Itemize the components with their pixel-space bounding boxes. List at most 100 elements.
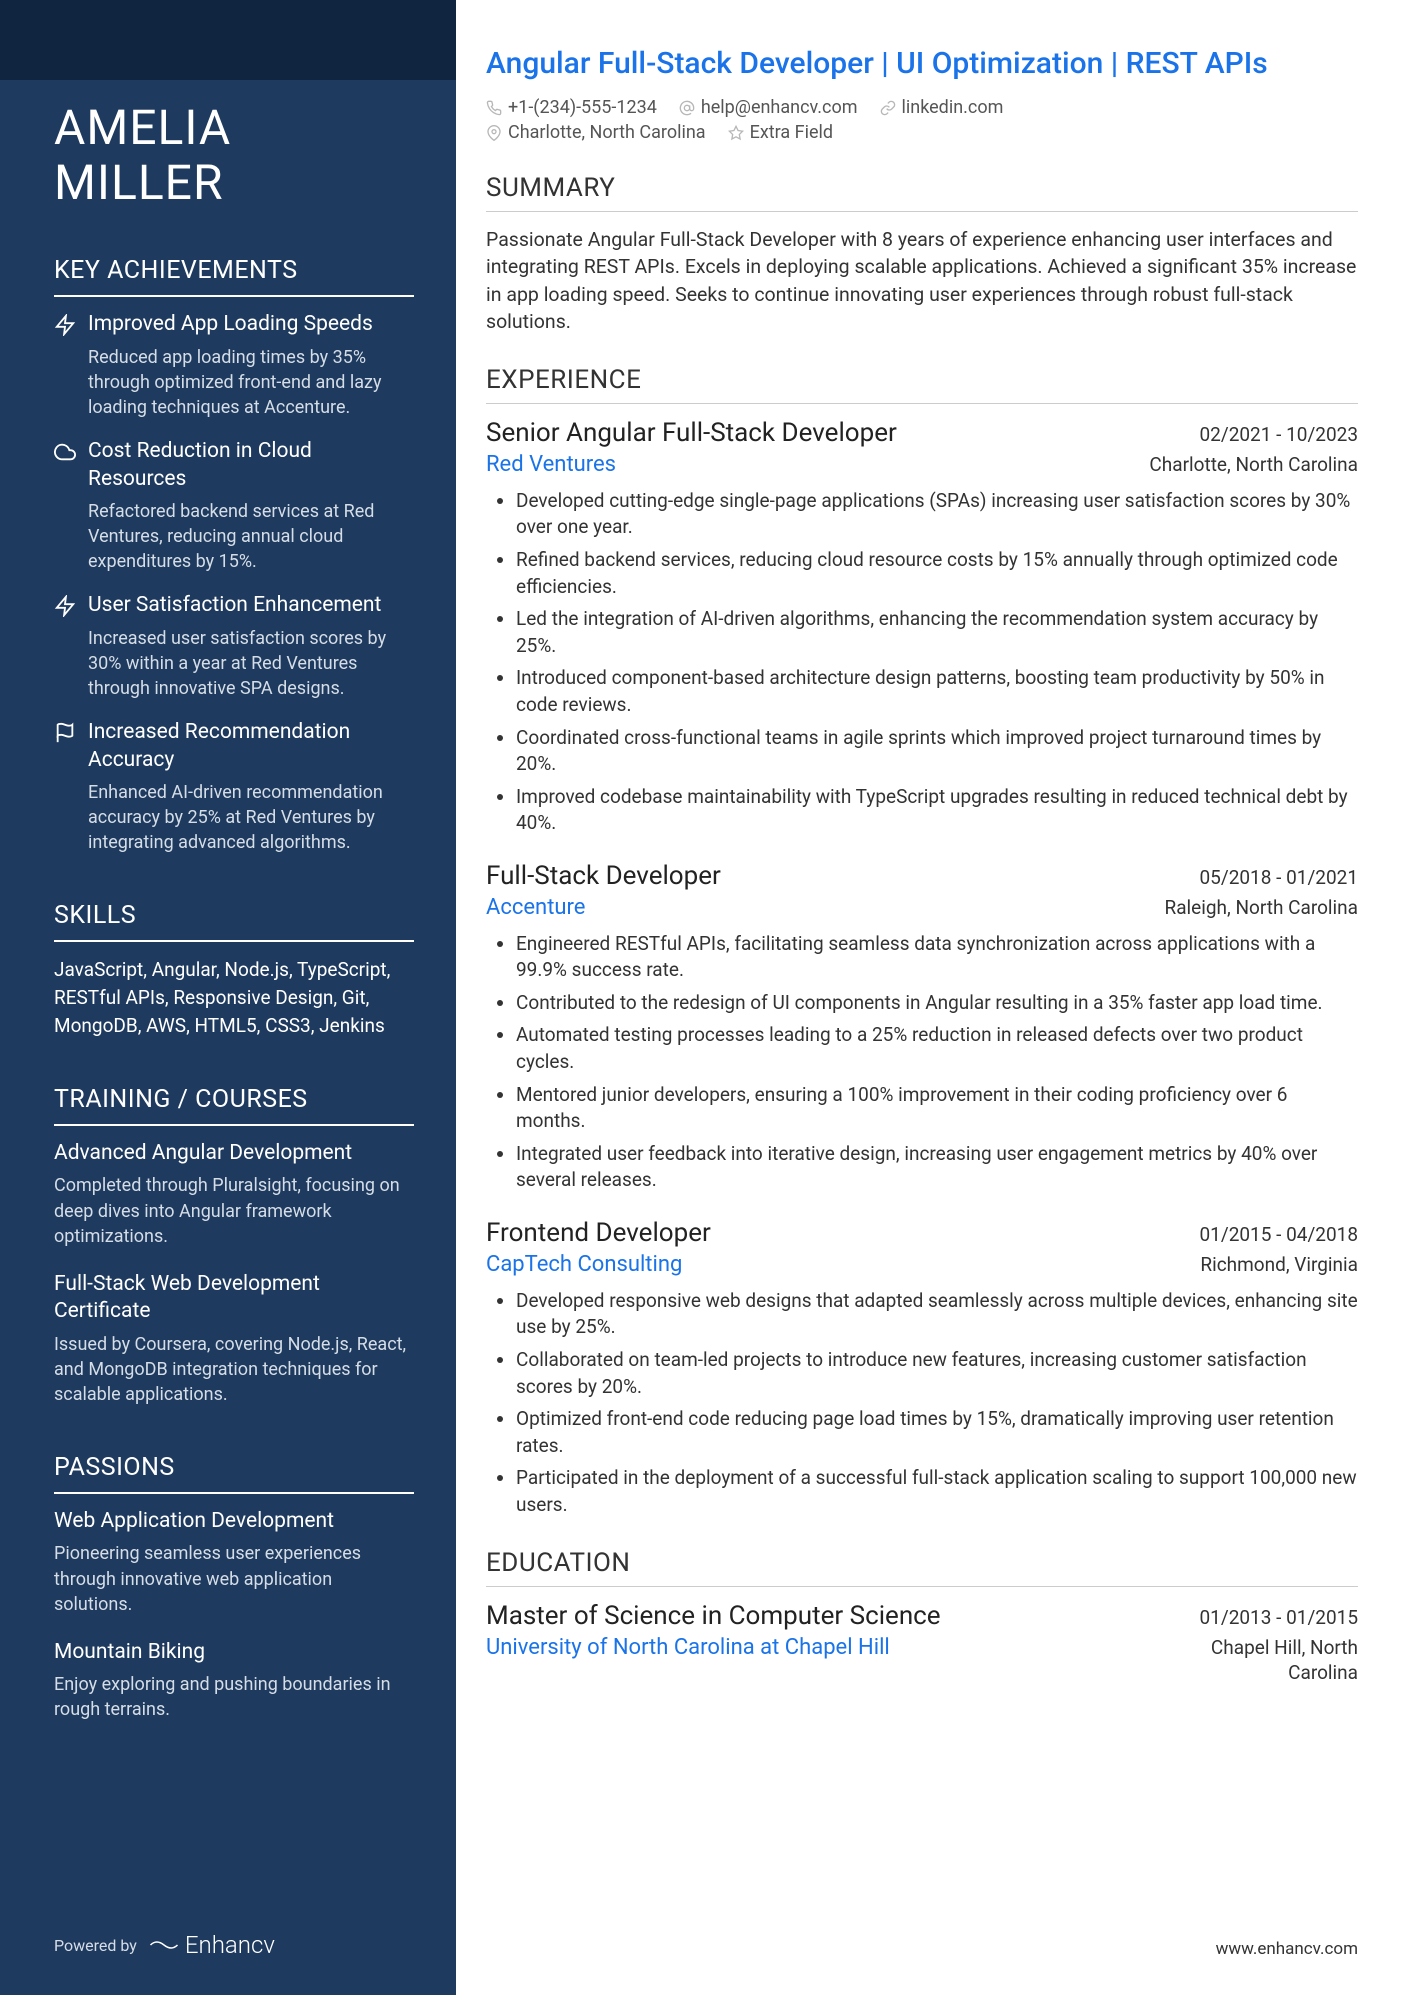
- job-bullets: Developed responsive web designs that ad…: [486, 1288, 1358, 1519]
- location-value: Charlotte, North Carolina: [508, 122, 706, 143]
- education-heading: EDUCATION: [486, 1548, 1358, 1587]
- achievements-heading: KEY ACHIEVEMENTS: [54, 256, 414, 297]
- education-dates: 01/2013 - 01/2015: [1200, 1606, 1359, 1629]
- achievement-title: Increased Recommendation Accuracy: [88, 719, 414, 774]
- job-bullet: Engineered RESTful APIs, facilitating se…: [516, 931, 1358, 984]
- job-dates: 02/2021 - 10/2023: [1200, 423, 1359, 446]
- brand-name: Enhancv: [185, 1931, 275, 1959]
- course-desc: Issued by Coursera, covering Node.js, Re…: [54, 1332, 414, 1408]
- skills-text: JavaScript, Angular, Node.js, TypeScript…: [54, 956, 414, 1039]
- contact-linkedin: linkedin.com: [880, 97, 1004, 118]
- course-item: Advanced Angular Development Completed t…: [54, 1140, 414, 1249]
- job-bullet: Mentored junior developers, ensuring a 1…: [516, 1082, 1358, 1135]
- job-bullet: Integrated user feedback into iterative …: [516, 1141, 1358, 1194]
- contact-email: help@enhancv.com: [679, 97, 858, 118]
- job-dates: 05/2018 - 01/2021: [1200, 866, 1359, 889]
- achievement-item: Improved App Loading Speeds Reduced app …: [54, 311, 414, 420]
- course-desc: Completed through Pluralsight, focusing …: [54, 1173, 414, 1249]
- email-value: help@enhancv.com: [701, 97, 858, 118]
- job-item: Full-Stack Developer 05/2018 - 01/2021 A…: [486, 861, 1358, 1194]
- achievement-desc: Reduced app loading times by 35% through…: [88, 345, 414, 421]
- cloud-icon: [54, 441, 76, 463]
- passions-list: Web Application Development Pioneering s…: [54, 1508, 414, 1723]
- courses-list: Advanced Angular Development Completed t…: [54, 1140, 414, 1407]
- job-company: Accenture: [486, 895, 585, 920]
- extra-value: Extra Field: [750, 122, 833, 143]
- jobs-list: Senior Angular Full-Stack Developer 02/2…: [486, 418, 1358, 1518]
- training-section: TRAINING / COURSES Advanced Angular Deve…: [54, 1085, 414, 1407]
- sidebar-top-band: [0, 0, 456, 80]
- passion-desc: Pioneering seamless user experiences thr…: [54, 1541, 414, 1617]
- job-dates: 01/2015 - 04/2018: [1200, 1223, 1359, 1246]
- job-location: Raleigh, North Carolina: [1165, 896, 1359, 921]
- achievement-body: Cost Reduction in Cloud Resources Refact…: [88, 438, 414, 574]
- achievement-body: Improved App Loading Speeds Reduced app …: [88, 311, 414, 420]
- zap-icon: [54, 595, 76, 617]
- passion-item: Mountain Biking Enjoy exploring and push…: [54, 1639, 414, 1723]
- education-header: Master of Science in Computer Science 01…: [486, 1601, 1358, 1631]
- job-bullets: Engineered RESTful APIs, facilitating se…: [486, 931, 1358, 1194]
- zap-icon: [54, 314, 76, 336]
- job-bullet: Led the integration of AI-driven algorit…: [516, 606, 1358, 659]
- linkedin-value: linkedin.com: [902, 97, 1004, 118]
- job-subheader: CapTech Consulting Richmond, Virginia: [486, 1252, 1358, 1278]
- enhancv-logo-icon: [149, 1935, 179, 1955]
- last-name: MILLER: [54, 154, 224, 211]
- achievements-section: KEY ACHIEVEMENTS Improved App Loading Sp…: [54, 256, 414, 855]
- at-icon: [679, 100, 695, 116]
- achievement-item: Cost Reduction in Cloud Resources Refact…: [54, 438, 414, 574]
- job-bullet: Developed cutting-edge single-page appli…: [516, 488, 1358, 541]
- job-item: Frontend Developer 01/2015 - 04/2018 Cap…: [486, 1218, 1358, 1518]
- contact-extra: Extra Field: [728, 122, 833, 143]
- job-bullet: Optimized front-end code reducing page l…: [516, 1406, 1358, 1459]
- job-bullet: Collaborated on team-led projects to int…: [516, 1347, 1358, 1400]
- achievement-desc: Increased user satisfaction scores by 30…: [88, 626, 414, 702]
- achievement-title: User Satisfaction Enhancement: [88, 592, 414, 619]
- passion-title: Web Application Development: [54, 1508, 414, 1535]
- passion-title: Mountain Biking: [54, 1639, 414, 1666]
- job-title: Full-Stack Developer: [486, 861, 721, 891]
- phone-icon: [486, 100, 502, 116]
- tagline: Angular Full-Stack Developer | UI Optimi…: [486, 44, 1358, 83]
- skills-heading: SKILLS: [54, 901, 414, 942]
- job-title: Frontend Developer: [486, 1218, 711, 1248]
- contact-row-1: +1-(234)-555-1234 help@enhancv.com linke…: [486, 97, 1358, 118]
- job-company: CapTech Consulting: [486, 1252, 682, 1277]
- passions-heading: PASSIONS: [54, 1453, 414, 1494]
- job-subheader: Accenture Raleigh, North Carolina: [486, 895, 1358, 921]
- powered-by-label: Powered by: [54, 1936, 137, 1955]
- degree-title: Master of Science in Computer Science: [486, 1601, 941, 1631]
- job-bullet: Improved codebase maintainability with T…: [516, 784, 1358, 837]
- passion-item: Web Application Development Pioneering s…: [54, 1508, 414, 1617]
- job-title: Senior Angular Full-Stack Developer: [486, 418, 897, 448]
- achievement-body: Increased Recommendation Accuracy Enhanc…: [88, 719, 414, 855]
- summary-heading: SUMMARY: [486, 173, 1358, 212]
- job-bullet: Refined backend services, reducing cloud…: [516, 547, 1358, 600]
- education-list: Master of Science in Computer Science 01…: [486, 1601, 1358, 1685]
- achievements-list: Improved App Loading Speeds Reduced app …: [54, 311, 414, 855]
- education-item: Master of Science in Computer Science 01…: [486, 1601, 1358, 1685]
- brand-logo: Enhancv: [149, 1931, 275, 1959]
- candidate-name: AMELIA MILLER: [54, 100, 414, 210]
- achievement-item: Increased Recommendation Accuracy Enhanc…: [54, 719, 414, 855]
- summary-text: Passionate Angular Full-Stack Developer …: [486, 226, 1358, 335]
- job-bullet: Introduced component-based architecture …: [516, 665, 1358, 718]
- main-content: Angular Full-Stack Developer | UI Optimi…: [456, 0, 1410, 1995]
- achievement-desc: Enhanced AI-driven recommendation accura…: [88, 780, 414, 856]
- job-item: Senior Angular Full-Stack Developer 02/2…: [486, 418, 1358, 837]
- job-bullet: Contributed to the redesign of UI compon…: [516, 990, 1358, 1017]
- job-bullet: Developed responsive web designs that ad…: [516, 1288, 1358, 1341]
- job-bullet: Participated in the deployment of a succ…: [516, 1465, 1358, 1518]
- achievement-item: User Satisfaction Enhancement Increased …: [54, 592, 414, 701]
- training-heading: TRAINING / COURSES: [54, 1085, 414, 1126]
- school-location: Chapel Hill, North Carolina: [1148, 1636, 1358, 1685]
- job-subheader: Red Ventures Charlotte, North Carolina: [486, 452, 1358, 478]
- experience-heading: EXPERIENCE: [486, 365, 1358, 404]
- sidebar: AMELIA MILLER KEY ACHIEVEMENTS Improved …: [0, 0, 456, 1995]
- job-header: Full-Stack Developer 05/2018 - 01/2021: [486, 861, 1358, 891]
- achievement-body: User Satisfaction Enhancement Increased …: [88, 592, 414, 701]
- achievement-title: Improved App Loading Speeds: [88, 311, 414, 338]
- job-location: Richmond, Virginia: [1200, 1253, 1358, 1278]
- passions-section: PASSIONS Web Application Development Pio…: [54, 1453, 414, 1723]
- contact-row-2: Charlotte, North Carolina Extra Field: [486, 122, 1358, 143]
